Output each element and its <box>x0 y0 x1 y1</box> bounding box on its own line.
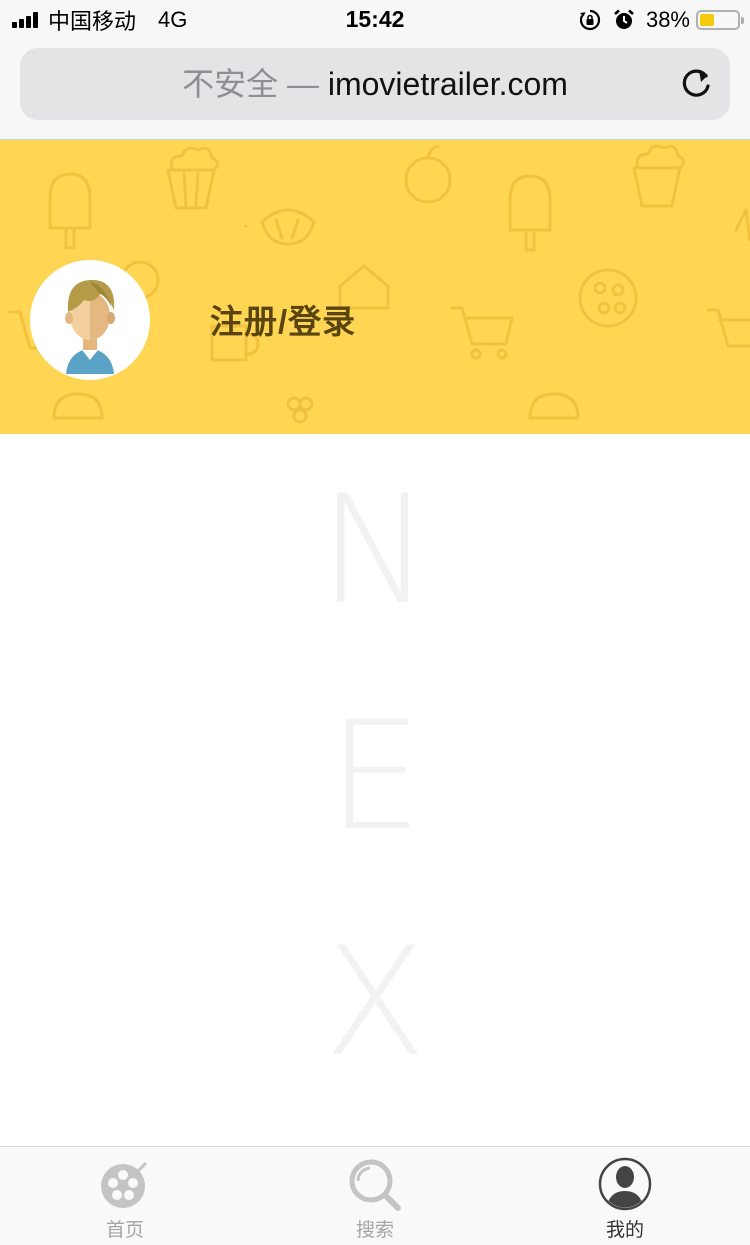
battery-icon <box>696 10 744 30</box>
watermark-letter-e: E <box>327 690 423 864</box>
tab-home[interactable]: 首页 <box>0 1147 250 1245</box>
tab-mine-label: 我的 <box>605 1220 644 1241</box>
user-avatar-icon[interactable] <box>30 260 150 380</box>
status-right: 38% <box>578 6 744 34</box>
insecure-label: 不安全 — <box>182 66 319 102</box>
film-reel-icon <box>101 1161 148 1208</box>
url-domain: imovietrailer.com <box>327 66 568 102</box>
battery-fill <box>700 14 714 26</box>
orientation-lock-icon <box>578 8 602 32</box>
watermark-letter-x: X <box>323 916 427 1090</box>
alarm-icon <box>612 8 636 32</box>
status-bar: 中国移动 4G 15:42 38% <box>0 0 750 40</box>
browser-toolbar: 不安全 — imovietrailer.com <box>0 40 750 140</box>
tab-search-label: 搜索 <box>355 1220 394 1241</box>
watermark-letter-n: N <box>318 464 432 638</box>
tab-home-label: 首页 <box>105 1220 144 1241</box>
tab-search[interactable]: 搜索 <box>250 1147 500 1245</box>
tab-bar: 首页 搜索 我的 <box>0 1146 750 1245</box>
battery-percent: 38% <box>645 7 690 32</box>
reload-icon[interactable] <box>676 64 716 104</box>
profile-header: 注册/登录 <box>0 140 750 434</box>
address-bar[interactable]: 不安全 — imovietrailer.com <box>20 48 730 120</box>
search-icon <box>349 1159 401 1211</box>
register-login-link[interactable]: 注册/登录 <box>210 295 356 343</box>
user-profile-icon <box>598 1157 652 1211</box>
address-text[interactable]: 不安全 — imovietrailer.com <box>20 48 730 120</box>
tab-mine[interactable]: 我的 <box>500 1147 750 1245</box>
